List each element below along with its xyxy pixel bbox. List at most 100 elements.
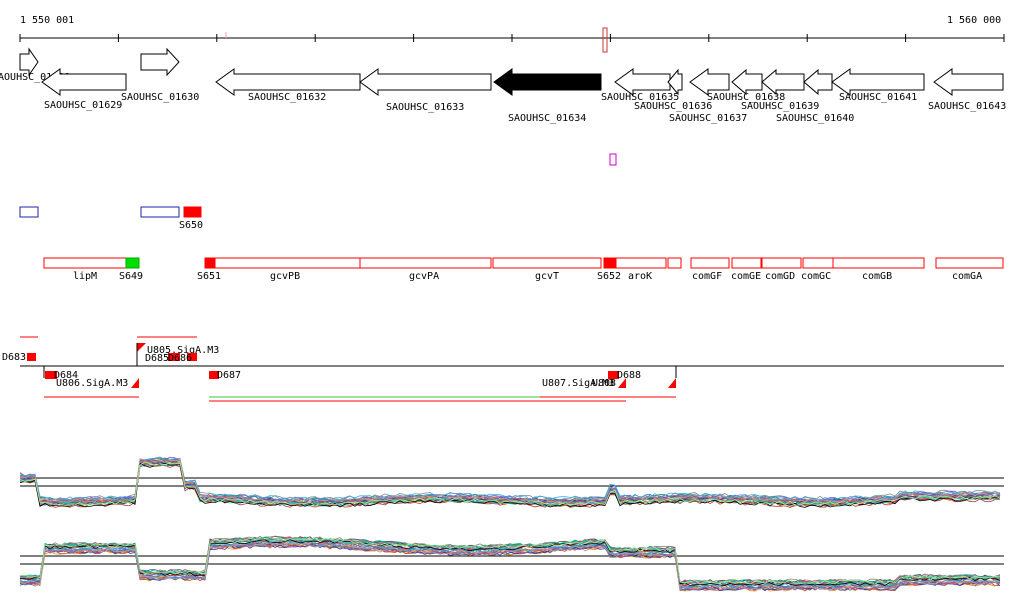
feature-label: gcvPA xyxy=(409,271,439,282)
reg-label: D688 xyxy=(617,370,641,381)
feature-box[interactable] xyxy=(125,257,140,269)
feature-box[interactable] xyxy=(204,257,216,269)
feature-box[interactable] xyxy=(802,257,834,269)
feature-box[interactable] xyxy=(761,257,802,269)
genome-browser-view: 1 550 001 1 560 000 SAOUHSC_01628 SAOUHS… xyxy=(0,15,1006,592)
feature-gcvPA[interactable]: gcvPA xyxy=(359,257,492,282)
promoter-flag[interactable] xyxy=(668,378,676,388)
feature-comGF[interactable]: comGF xyxy=(690,257,730,282)
feature-label: aroK xyxy=(628,271,652,282)
gene-arrow[interactable] xyxy=(140,47,180,77)
feature-label: comGE xyxy=(731,271,761,282)
feature-label: gcvPB xyxy=(270,271,300,282)
feature-label: comGB xyxy=(862,271,892,282)
feature-gcvPB[interactable]: gcvPB xyxy=(214,257,361,282)
feature-box-small[interactable] xyxy=(667,257,682,269)
gene-SAOUHSC_01643[interactable]: SAOUHSC_01643 xyxy=(928,68,1006,112)
gene-arrow[interactable] xyxy=(761,68,805,96)
ruler-start-label: 1 550 001 xyxy=(20,15,74,26)
feature-label: comGC xyxy=(801,271,831,282)
gene-label: SAOUHSC_01632 xyxy=(248,92,326,103)
expression-track-1[interactable] xyxy=(19,456,1004,508)
s650-label: S650 xyxy=(179,220,203,231)
feature-label: gcvT xyxy=(535,271,559,282)
feature-label: S649 xyxy=(119,271,143,282)
feature-label: S651 xyxy=(197,271,221,282)
gene-SAOUHSC_01635[interactable]: SAOUHSC_01635 xyxy=(601,68,679,103)
gene-label: SAOUHSC_01641 xyxy=(839,92,917,103)
feature-comGA[interactable]: comGA xyxy=(935,257,1004,282)
feature-box[interactable] xyxy=(492,257,602,269)
regulatory-track: D683 D684 U806.SigA.M3 U805.SigA.M3 D685… xyxy=(2,336,1004,402)
gene-arrow[interactable] xyxy=(41,68,127,96)
promoter-flag[interactable] xyxy=(131,378,139,388)
reg-label: U806.SigA.M3 xyxy=(56,378,128,389)
gene-label: SAOUHSC_01637 xyxy=(669,113,747,124)
expression-curve xyxy=(19,535,1001,584)
feature-box[interactable] xyxy=(615,257,667,269)
feature-comGB[interactable]: comGB xyxy=(832,257,925,282)
feature-aroK[interactable]: aroK xyxy=(615,257,682,282)
gene-label: SAOUHSC_01634 xyxy=(508,113,586,124)
ruler-end-label: 1 560 000 xyxy=(947,15,1001,26)
expression-track-2[interactable] xyxy=(19,535,1004,592)
reg-label: D685 xyxy=(145,353,169,364)
gene-arrow[interactable] xyxy=(803,68,833,96)
gene-SAOUHSC_01634[interactable]: SAOUHSC_01634 xyxy=(493,68,602,124)
feature-label: comGA xyxy=(952,271,982,282)
feature-label: lipM xyxy=(73,271,97,282)
feature-S651[interactable]: S651 xyxy=(197,257,221,282)
feature-box[interactable] xyxy=(935,257,1004,269)
gene-SAOUHSC_01629[interactable]: SAOUHSC_01629 xyxy=(41,68,127,111)
feature-comGE[interactable]: comGE xyxy=(731,257,762,282)
current-position-marker[interactable] xyxy=(602,27,608,53)
gene-arrow[interactable] xyxy=(493,68,602,96)
gene-track: SAOUHSC_01628 SAOUHSC_01629 SAOUHSC_0163… xyxy=(0,47,1006,124)
reg-label: U808 xyxy=(592,378,616,389)
gene-label: SAOUHSC_01640 xyxy=(776,113,854,124)
gene-label: SAOUHSC_01639 xyxy=(741,101,819,112)
gene-label: SAOUHSC_01630 xyxy=(121,92,199,103)
feature-box[interactable] xyxy=(214,257,361,269)
reg-D686[interactable]: D686 xyxy=(168,353,197,364)
gene-arrow[interactable] xyxy=(933,68,1004,96)
gene-SAOUHSC_01630[interactable]: SAOUHSC_01630 xyxy=(121,47,199,103)
reg-label: D686 xyxy=(168,353,192,364)
feature-box[interactable] xyxy=(359,257,492,269)
feature-comGC[interactable]: comGC xyxy=(801,257,834,282)
feature-box[interactable] xyxy=(43,257,127,269)
gene-label: SAOUHSC_01636 xyxy=(634,101,712,112)
gene-arrow[interactable] xyxy=(731,68,763,96)
gene-arrow[interactable] xyxy=(359,68,492,96)
feature-label: S652 xyxy=(597,271,621,282)
s650-box[interactable] xyxy=(183,206,202,218)
feature-box[interactable] xyxy=(603,257,617,269)
promoter-flag[interactable] xyxy=(137,343,146,352)
reg-D683[interactable]: D683 xyxy=(2,352,36,363)
feature-box[interactable] xyxy=(832,257,925,269)
reg-D687[interactable]: D687 xyxy=(209,370,241,381)
gene-SAOUHSC_01632[interactable]: SAOUHSC_01632 xyxy=(215,68,361,103)
magenta-marker[interactable] xyxy=(609,153,617,166)
reg-label: D687 xyxy=(217,370,241,381)
annotation-track: lipM S649 S651 gcvPB gcvPA gcvT S652 aro… xyxy=(43,257,1004,282)
feature-comGD[interactable]: comGD xyxy=(761,257,802,282)
gene-SAOUHSC_01633[interactable]: SAOUHSC_01633 xyxy=(359,68,492,113)
feature-gcvT[interactable]: gcvT xyxy=(492,257,602,282)
gene-label: SAOUHSC_01629 xyxy=(44,100,122,111)
feature-label: comGD xyxy=(765,271,795,282)
reg-box[interactable] xyxy=(27,353,36,361)
coordinate-ruler: 1 550 001 1 560 000 xyxy=(19,15,1005,53)
feature-S649[interactable]: S649 xyxy=(119,257,143,282)
feature-lipM[interactable]: lipM xyxy=(43,257,127,282)
gene-label: SAOUHSC_01633 xyxy=(386,102,464,113)
expression-curves xyxy=(19,456,1001,508)
blue-box[interactable] xyxy=(19,206,39,218)
feature-box[interactable] xyxy=(731,257,762,269)
gene-label: SAOUHSC_01643 xyxy=(928,101,1006,112)
feature-box[interactable] xyxy=(690,257,730,269)
reg-label: D683 xyxy=(2,352,26,363)
blue-box[interactable] xyxy=(140,206,180,218)
feature-label: comGF xyxy=(692,271,722,282)
gene-SAOUHSC_01641[interactable]: SAOUHSC_01641 xyxy=(831,68,925,103)
